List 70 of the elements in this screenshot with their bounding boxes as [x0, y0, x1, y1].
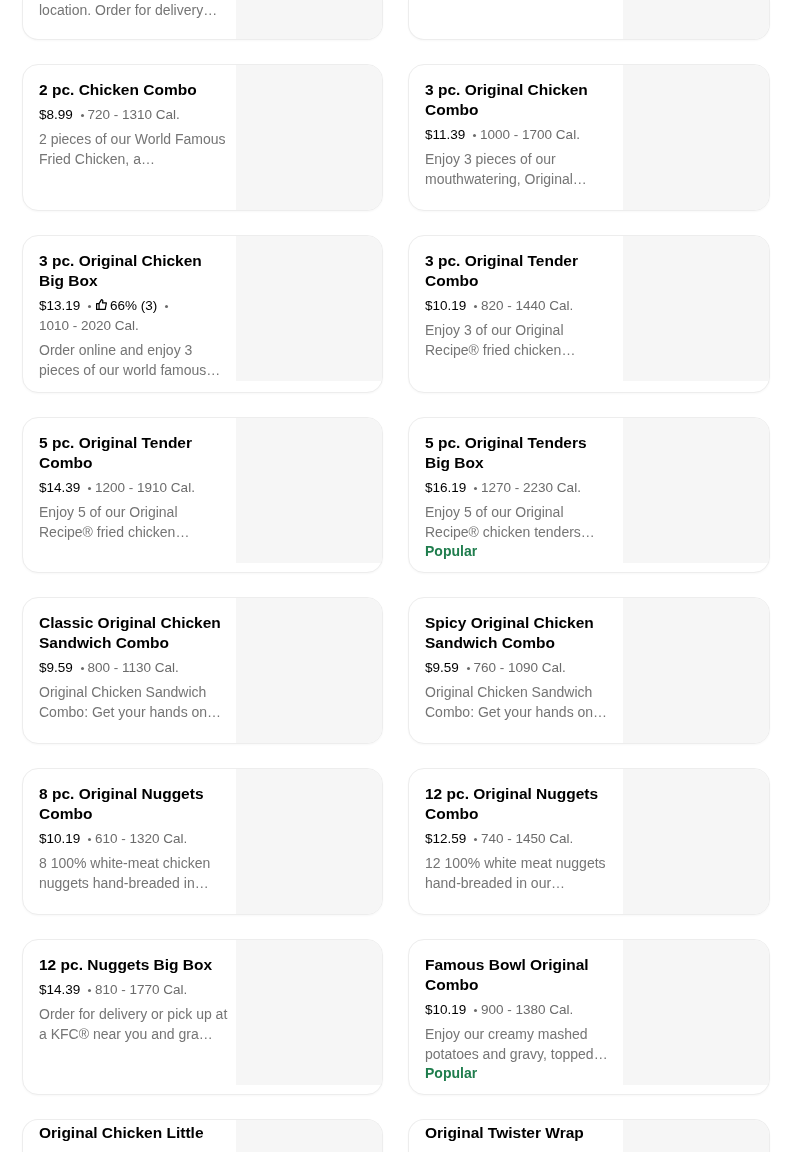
- item-price: $10.19: [39, 831, 81, 846]
- item-calories: 820 - 1440 Cal.: [481, 298, 574, 313]
- item-description: Order online and enjoy 3 pieces of our world famous…: [39, 341, 222, 380]
- item-description: Enjoy our creamy mashed potatoes and gravy, topped…: [425, 1025, 609, 1064]
- item-calories: 1010 - 2020 Cal.: [39, 318, 139, 333]
- menu-item-card[interactable]: Spicy Original Chicken Sandwich Combo $9.59 760 - 1090 Cal. Original Chicken Sandwich Combo: Get your hands on…: [408, 597, 770, 744]
- popular-tag: Popular: [425, 542, 478, 560]
- menu-item-card[interactable]: 3 pc. Original Tender Combo $10.19 820 - 1440 Cal. Enjoy 3 of our Original Recipe® fried chicken…: [408, 235, 770, 393]
- menu-item-card[interactable]: location. Order for delivery…: [22, 0, 383, 40]
- item-title: 2 pc. Chicken Combo: [39, 80, 198, 100]
- item-description: Original Chicken Sandwich Combo: Get your hands on…: [425, 683, 609, 722]
- item-calories: 720 - 1310 Cal.: [87, 107, 180, 122]
- item-description: Enjoy 5 of our Original Recipe® fried chicken…: [39, 503, 191, 542]
- item-description: Enjoy 3 of our Original Recipe® fried chicken…: [425, 321, 577, 360]
- item-description: 12 100% white meat nuggets hand-breaded in our…: [425, 854, 607, 893]
- menu-item-card[interactable]: 12 pc. Nuggets Big Box $14.39 810 - 1770 Cal. Order for delivery or pick up at a KFC® near you and gra…: [22, 939, 383, 1095]
- item-description: Order for delivery or pick up at a KFC® near you and gra…: [39, 1005, 228, 1044]
- menu-item-card[interactable]: 2 pc. Chicken Combo $8.99 720 - 1310 Cal. 2 pieces of our World Famous Fried Chicken, a…: [22, 64, 383, 211]
- item-title: 5 pc. Original Tenders Big Box: [425, 433, 588, 473]
- item-description: Enjoy 3 pieces of our mouthwatering, Original…: [425, 150, 588, 189]
- item-description: Enjoy 5 of our Original Recipe® chicken tenders…: [425, 503, 596, 542]
- item-title: Classic Original Chicken Sandwich Combo: [39, 613, 222, 653]
- item-price: $11.39: [425, 127, 466, 142]
- item-title: 8 pc. Original Nuggets Combo: [39, 784, 205, 824]
- item-description: location. Order for delivery…: [39, 1, 219, 20]
- item-price: $16.19: [425, 480, 467, 495]
- item-calories: 800 - 1130 Cal.: [87, 660, 179, 675]
- item-title: 12 pc. Nuggets Big Box: [39, 955, 214, 975]
- item-price: $10.19: [425, 1002, 467, 1017]
- item-title: 3 pc. Original Chicken Combo: [425, 80, 589, 120]
- item-title: Original Chicken Little: [39, 1124, 205, 1142]
- item-price: $10.19: [425, 298, 467, 313]
- item-price: $13.19: [39, 298, 81, 313]
- item-title: 12 pc. Original Nuggets Combo: [425, 784, 600, 824]
- item-price: $14.39: [39, 982, 81, 997]
- item-title: Famous Bowl Original Combo: [425, 955, 590, 995]
- menu-item-card[interactable]: Original Chicken Little: [22, 1119, 383, 1152]
- item-price: $9.59: [425, 660, 459, 675]
- menu-item-card[interactable]: Famous Bowl Original Combo $10.19 900 - 1380 Cal. Enjoy our creamy mashed potatoes and gravy, topped… Popular: [408, 939, 770, 1095]
- item-calories: 760 - 1090 Cal.: [473, 660, 566, 675]
- item-description: 8 100% white-meat chicken nuggets hand-breaded in…: [39, 854, 212, 893]
- item-calories: 1200 - 1910 Cal.: [95, 480, 195, 495]
- thumbs-up-icon: [95, 298, 109, 311]
- item-calories: 610 - 1320 Cal.: [95, 831, 188, 846]
- item-calories: 1270 - 2230 Cal.: [481, 480, 581, 495]
- menu-item-card[interactable]: 12 pc. Original Nuggets Combo $12.59 740 - 1450 Cal. 12 100% white meat nuggets hand-breaded in our…: [408, 768, 770, 915]
- menu-item-card[interactable]: Original Twister Wrap: [408, 1119, 770, 1152]
- item-calories: 810 - 1770 Cal.: [95, 982, 188, 997]
- item-title: 5 pc. Original Tender Combo: [39, 433, 194, 473]
- item-price: $9.59: [39, 660, 73, 675]
- menu-item-card[interactable]: 5 pc. Original Tender Combo $14.39 1200 - 1910 Cal. Enjoy 5 of our Original Recipe® fried chicken…: [22, 417, 383, 573]
- menu-item-card[interactable]: 5 pc. Original Tenders Big Box $16.19 1270 - 2230 Cal. Enjoy 5 of our Original Recipe® chicken tenders… Popular: [408, 417, 770, 573]
- item-calories: 1000 - 1700 Cal.: [480, 127, 580, 142]
- item-price: $12.59: [425, 831, 467, 846]
- item-description: 2 pieces of our World Famous Fried Chicken, a…: [39, 130, 227, 169]
- item-title: Spicy Original Chicken Sandwich Combo: [425, 613, 595, 653]
- item-description: Original Chicken Sandwich Combo: Get your hands on…: [39, 683, 223, 722]
- menu-item-card[interactable]: 8 pc. Original Nuggets Combo $10.19 610 - 1320 Cal. 8 100% white-meat chicken nuggets hand-breaded in…: [22, 768, 383, 915]
- item-rating: 66% (3): [110, 298, 158, 313]
- item-price: $8.99: [39, 107, 73, 122]
- item-calories: 740 - 1450 Cal.: [481, 831, 574, 846]
- menu-item-card[interactable]: Classic Original Chicken Sandwich Combo $9.59 800 - 1130 Cal. Original Chicken Sandwich Combo: Get your hands on…: [22, 597, 383, 744]
- item-calories: 900 - 1380 Cal.: [481, 1002, 574, 1017]
- item-title: 3 pc. Original Chicken Big Box: [39, 251, 203, 291]
- item-price: $14.39: [39, 480, 81, 495]
- item-title: 3 pc. Original Tender Combo: [425, 251, 580, 291]
- popular-tag: Popular: [425, 1064, 478, 1082]
- item-title: Original Twister Wrap: [425, 1124, 585, 1142]
- menu-item-card[interactable]: 3 pc. Original Chicken Big Box $13.19 66% (3) 1010 - 2020 Cal. Order online and enjoy 3 pieces of our world famous…: [22, 235, 383, 393]
- menu-item-card[interactable]: 3 pc. Original Chicken Combo $11.39 1000 - 1700 Cal. Enjoy 3 pieces of our mouthwatering, Original…: [408, 64, 770, 211]
